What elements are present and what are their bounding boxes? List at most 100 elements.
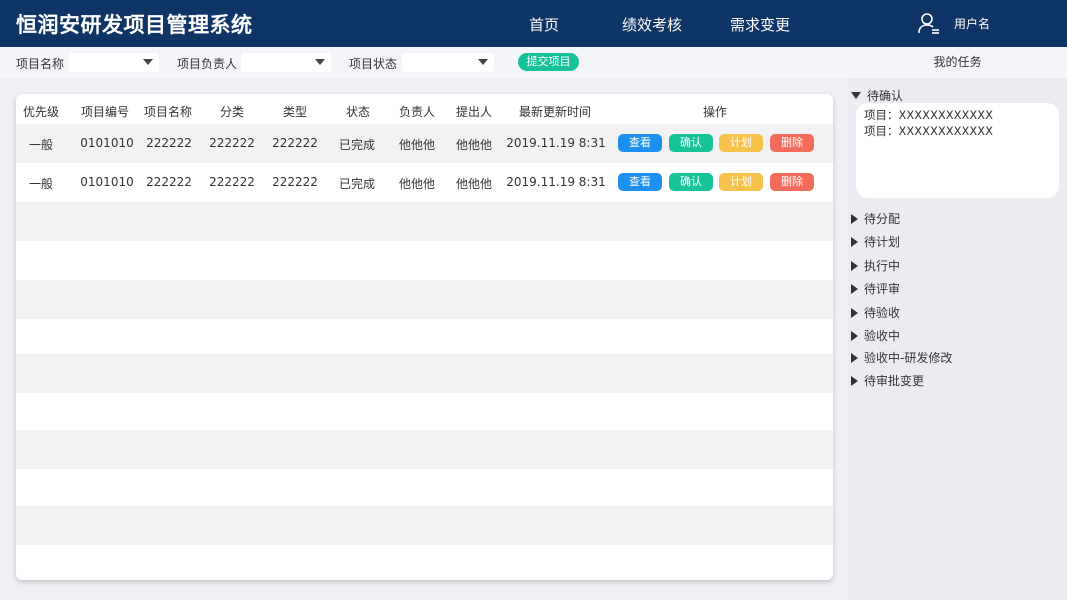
cell-priority: 一般	[28, 138, 54, 152]
cell-proposer: 他他他	[455, 138, 493, 152]
empty-row	[16, 241, 833, 280]
cell-name: 222222	[146, 136, 192, 150]
cell-proposer: 他他他	[455, 177, 493, 191]
cell-category: 222222	[209, 136, 255, 150]
status-select[interactable]	[402, 53, 494, 72]
caret-down-icon	[143, 59, 153, 65]
nav-performance[interactable]: 绩效考核	[622, 14, 682, 35]
view-button[interactable]: 查看	[618, 134, 662, 152]
project-table: 优先级 项目编号 项目名称 分类 类型 状态 负责人 提出人 最新更新时间 操作…	[16, 94, 833, 580]
caret-right-icon	[851, 376, 858, 386]
cell-updated: 2019.11.19 8:31	[506, 136, 606, 150]
cell-type: 222222	[272, 175, 318, 189]
plan-button[interactable]: 计划	[719, 134, 763, 152]
task-list-box: 项目：XXXXXXXXXXXX 项目：XXXXXXXXXXXX	[856, 103, 1059, 198]
col-proposer: 提出人	[455, 105, 493, 119]
confirm-button[interactable]: 确认	[669, 134, 713, 152]
view-button[interactable]: 查看	[618, 173, 662, 191]
table-row: 一般 0101010 222222 222222 222222 已完成 他他他 …	[16, 163, 833, 202]
col-priority: 优先级	[22, 105, 60, 119]
col-name: 项目名称	[143, 105, 193, 119]
caret-right-icon	[851, 284, 858, 294]
caret-down-icon	[478, 59, 488, 65]
caret-right-icon	[851, 353, 858, 363]
empty-row	[16, 202, 833, 241]
caret-right-icon	[851, 214, 858, 224]
empty-row	[16, 468, 833, 507]
col-type: 类型	[282, 105, 308, 119]
filter-bar: 项目名称 项目负责人 项目状态 提交项目	[0, 47, 848, 78]
empty-row	[16, 319, 833, 358]
delete-button[interactable]: 删除	[770, 173, 814, 191]
cell-type: 222222	[272, 136, 318, 150]
table-header: 优先级 项目编号 项目名称 分类 类型 状态 负责人 提出人 最新更新时间 操作	[16, 94, 833, 124]
task-group-pending-review[interactable]: 待评审	[851, 280, 900, 297]
cell-owner: 他他他	[398, 177, 436, 191]
submit-project-button[interactable]: 提交项目	[518, 53, 579, 71]
confirm-button[interactable]: 确认	[669, 173, 713, 191]
task-item[interactable]: 项目：XXXXXXXXXXXX	[864, 123, 1051, 139]
task-group-pending-assign[interactable]: 待分配	[851, 210, 900, 227]
caret-right-icon	[851, 331, 858, 341]
cell-priority: 一般	[28, 177, 54, 191]
task-item[interactable]: 项目：XXXXXXXXXXXX	[864, 107, 1051, 123]
task-group-label: 待分配	[864, 212, 901, 226]
col-code: 项目编号	[80, 105, 130, 119]
empty-row	[16, 354, 833, 393]
project-name-label: 项目名称	[16, 57, 65, 71]
task-group-label: 待评审	[864, 282, 901, 296]
app-header: 恒润安研发项目管理系统 首页 绩效考核 需求变更 用户名	[0, 0, 1067, 47]
project-name-select[interactable]	[69, 53, 159, 72]
empty-row	[16, 506, 833, 545]
nav-home[interactable]: 首页	[529, 14, 559, 35]
task-group-in-progress[interactable]: 执行中	[851, 257, 900, 274]
caret-right-icon	[851, 261, 858, 271]
cell-code: 0101010	[80, 136, 134, 150]
owner-label: 项目负责人	[177, 57, 238, 71]
empty-row	[16, 280, 833, 319]
cell-name: 222222	[146, 175, 192, 189]
caret-down-icon	[315, 59, 325, 65]
task-group-label: 待确认	[867, 89, 904, 103]
my-tasks-panel: 我的任务 待确认 项目：XXXXXXXXXXXX 项目：XXXXXXXXXXXX…	[848, 47, 1067, 600]
caret-right-icon	[851, 237, 858, 247]
empty-row	[16, 430, 833, 469]
task-group-label: 执行中	[864, 259, 901, 273]
status-label: 项目状态	[349, 57, 398, 71]
cell-status: 已完成	[338, 138, 376, 152]
task-group-pending-confirm[interactable]: 待确认	[851, 87, 903, 104]
task-group-label: 待验收	[864, 306, 901, 320]
delete-button[interactable]: 删除	[770, 134, 814, 152]
col-updated: 最新更新时间	[518, 105, 592, 119]
nav-requirement-change[interactable]: 需求变更	[730, 14, 790, 35]
task-group-accepting[interactable]: 验收中	[851, 327, 900, 344]
task-group-label: 验收中	[864, 329, 901, 343]
user-icon	[918, 13, 939, 34]
user-name: 用户名	[954, 16, 991, 31]
col-actions: 操作	[702, 105, 728, 119]
empty-row	[16, 391, 833, 430]
cell-updated: 2019.11.19 8:31	[506, 175, 606, 189]
col-category: 分类	[219, 105, 245, 119]
table-row: 一般 0101010 222222 222222 222222 已完成 他他他 …	[16, 124, 833, 163]
plan-button[interactable]: 计划	[719, 173, 763, 191]
task-group-pending-acceptance[interactable]: 待验收	[851, 304, 900, 321]
cell-status: 已完成	[338, 177, 376, 191]
app-title: 恒润安研发项目管理系统	[16, 13, 253, 37]
caret-right-icon	[851, 308, 858, 318]
task-group-accepting-rd-fix[interactable]: 验收中-研发修改	[851, 349, 952, 366]
task-group-pending-change-approval[interactable]: 待审批变更	[851, 372, 924, 389]
col-status: 状态	[345, 105, 371, 119]
task-group-label: 待计划	[864, 235, 901, 249]
owner-select[interactable]	[241, 53, 331, 72]
user-menu[interactable]: 用户名	[918, 12, 990, 34]
cell-category: 222222	[209, 175, 255, 189]
task-group-label: 待审批变更	[864, 374, 925, 388]
col-owner: 负责人	[398, 105, 436, 119]
panel-title: 我的任务	[848, 47, 1067, 78]
cell-owner: 他他他	[398, 138, 436, 152]
task-group-label: 验收中-研发修改	[864, 351, 953, 365]
task-group-pending-plan[interactable]: 待计划	[851, 233, 900, 250]
cell-code: 0101010	[80, 175, 134, 189]
caret-down-icon	[851, 92, 861, 99]
